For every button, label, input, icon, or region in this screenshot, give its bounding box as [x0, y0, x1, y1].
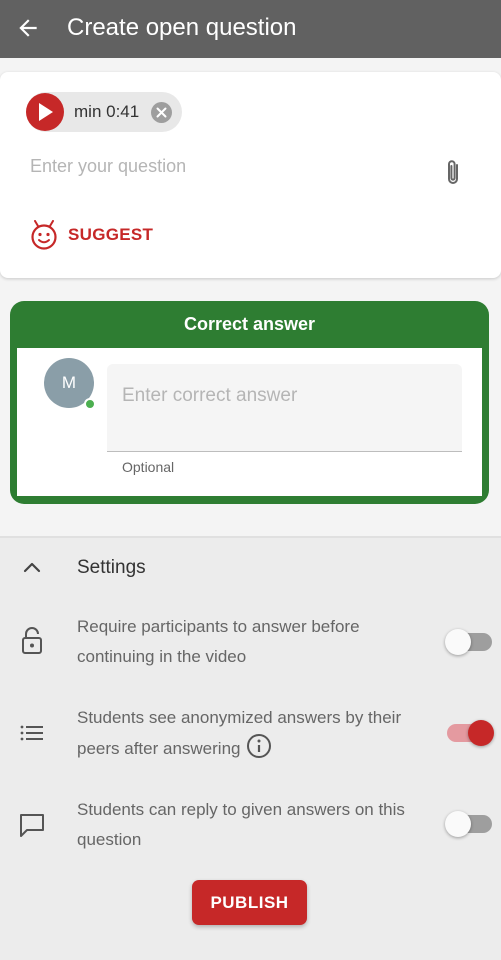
play-icon: [39, 103, 53, 121]
settings-title: Settings: [77, 557, 146, 578]
setting-require-answer-text: Require participants to answer before co…: [77, 617, 360, 666]
list-icon: [17, 718, 47, 748]
correct-answer-card: Correct answer M Optional: [10, 301, 489, 504]
robot-face-icon: [31, 220, 57, 250]
setting-anonymized-answers: Students see anonymized answers by their…: [77, 703, 422, 764]
setting-reply-text: Students can reply to given answers on t…: [77, 800, 405, 849]
correct-answer-header: Correct answer: [183, 314, 316, 334]
play-button[interactable]: [26, 93, 64, 131]
back-button[interactable]: [10, 10, 46, 46]
app-bar: Create open question: [0, 0, 501, 58]
toggle-knob: [445, 811, 471, 837]
online-status-dot: [84, 398, 96, 410]
paperclip-icon: [448, 160, 458, 184]
suggest-button[interactable]: SUGGEST: [30, 214, 153, 256]
toggle-knob: [445, 629, 471, 655]
remove-media-button[interactable]: [151, 102, 172, 123]
setting-anonymized-answers-text: Students see anonymized answers by their…: [77, 708, 402, 758]
comment-icon: [17, 810, 47, 840]
publish-button[interactable]: PUBLISH: [192, 880, 307, 925]
suggest-label: SUGGEST: [68, 225, 154, 244]
chevron-up-icon: [23, 562, 41, 573]
toggle-knob: [468, 720, 494, 746]
page-title: Create open question: [67, 14, 297, 41]
anonymized-answers-toggle[interactable]: [447, 720, 494, 746]
correct-answer-input[interactable]: [107, 364, 462, 452]
media-chip-label: min 0:41: [74, 102, 140, 121]
close-circle-icon: [156, 107, 167, 118]
question-input[interactable]: [30, 152, 430, 180]
correct-answer-body: M Optional: [17, 348, 482, 496]
optional-helper-text: Optional: [122, 459, 175, 475]
attach-button[interactable]: [438, 157, 468, 189]
require-answer-toggle[interactable]: [445, 629, 492, 655]
arrow-left-icon: [19, 19, 37, 37]
lock-icon: [17, 626, 47, 656]
info-icon[interactable]: [246, 733, 272, 759]
settings-collapse-button[interactable]: [16, 553, 48, 581]
reply-toggle[interactable]: [445, 811, 492, 837]
